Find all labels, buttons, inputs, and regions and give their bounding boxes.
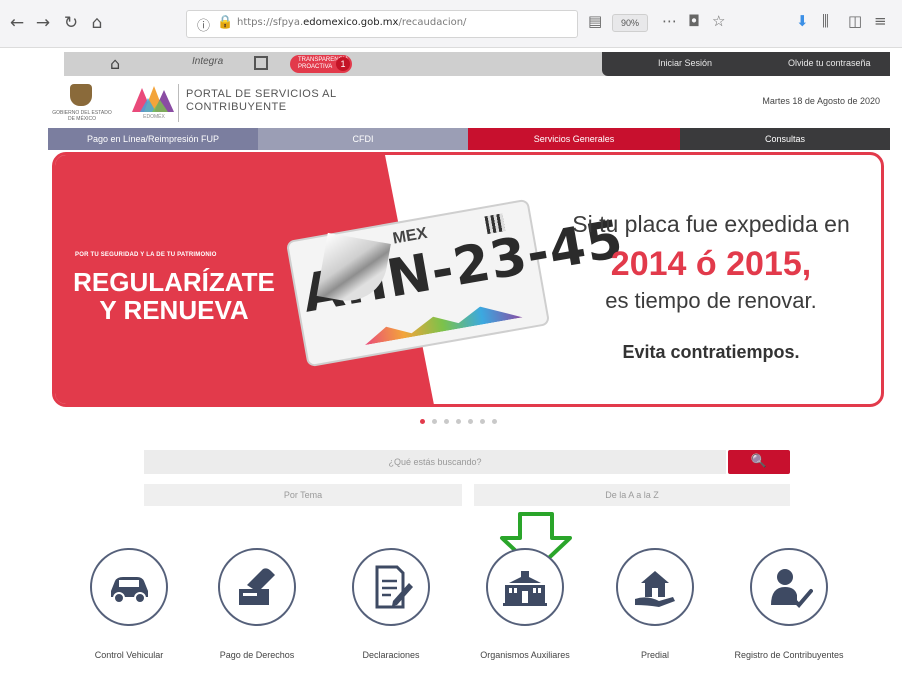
url-text: https://sfpya.edomexico.gob.mx/recaudaci… — [237, 17, 467, 28]
service-circle — [616, 548, 694, 626]
filter-by-theme[interactable]: Por Tema — [144, 484, 462, 506]
portal-title-line1: PORTAL DE SERVICIOS AL — [186, 88, 337, 100]
back-icon[interactable]: ← — [6, 12, 28, 34]
banner-headline: REGULARÍZATE Y RENUEVA — [73, 267, 275, 325]
banner-years: 2014 ó 2015, — [610, 245, 812, 283]
service-control-vehicular[interactable]: Control Vehicular — [74, 548, 184, 678]
service-label: Registro de Contribuyentes — [734, 650, 844, 660]
service-circle — [90, 548, 168, 626]
bookmark-star-icon[interactable]: ☆ — [712, 12, 725, 30]
user-check-icon — [771, 569, 813, 608]
lock-icon: 🔒 — [217, 15, 234, 30]
service-label: Organismos Auxiliares — [480, 650, 570, 660]
document-pen-icon — [375, 565, 413, 609]
service-label: Pago de Derechos — [219, 650, 295, 660]
sidebar-icon[interactable]: ◫ — [848, 12, 862, 30]
service-circle — [218, 548, 296, 626]
edomex-logo-label: EDOMÉX — [143, 114, 165, 120]
site-home-icon[interactable]: ⌂ — [110, 54, 120, 73]
reader-view-icon[interactable]: ▤ — [588, 12, 602, 30]
page-actions-icon[interactable]: ⋯ — [662, 12, 677, 30]
carousel-dot[interactable] — [492, 419, 497, 424]
carousel-dot[interactable] — [456, 419, 461, 424]
reload-icon[interactable]: ↻ — [60, 12, 82, 34]
edomex-logo[interactable] — [130, 82, 176, 114]
service-registro-de-contribuyentes[interactable]: Registro de Contribuyentes — [734, 548, 844, 678]
forward-icon[interactable]: → — [32, 12, 54, 34]
banner-tagline: Evita contratiempos. — [622, 342, 800, 362]
service-pago-de-derechos[interactable]: Pago de Derechos — [202, 548, 312, 678]
menu-item-pago-en-linea[interactable]: Pago en Línea/Reimpresión FUP — [48, 128, 258, 150]
square-icon[interactable] — [254, 56, 268, 70]
account-bar: Iniciar Sesión Olvide tu contraseña — [602, 52, 890, 76]
site-header: GOBIERNO DEL ESTADO DE MÉXICO EDOMÉX POR… — [48, 78, 890, 128]
browser-toolbar: ← → ↻ ⌂ ⓘ 🔒 https://sfpya.edomexico.gob.… — [0, 0, 902, 48]
car-icon — [111, 577, 148, 604]
government-label: GOBIERNO DEL ESTADO DE MÉXICO — [52, 110, 112, 122]
state-emblem[interactable] — [70, 84, 92, 106]
filter-a-to-z[interactable]: De la A a la Z — [474, 484, 790, 506]
portal-title-line2: CONTRIBUYENTE — [186, 101, 287, 113]
portal-title: PORTAL DE SERVICIOS AL CONTRIBUYENTE — [186, 88, 386, 114]
carousel-dot[interactable] — [480, 419, 485, 424]
pocket-icon[interactable]: ◘ — [688, 12, 700, 30]
payment-hand-icon — [239, 568, 275, 605]
site-top-bar: ⌂ Integra TRANSPARENCIA PROACTIVA 1 Inic… — [64, 52, 890, 76]
address-bar[interactable]: ⓘ 🔒 https://sfpya.edomexico.gob.mx/recau… — [186, 10, 578, 38]
main-menu: Pago en Línea/Reimpresión FUP CFDI Servi… — [48, 128, 890, 150]
menu-item-consultas[interactable]: Consultas — [680, 128, 890, 150]
menu-icon[interactable]: ≡ — [874, 12, 887, 30]
carousel-dot[interactable] — [420, 419, 425, 424]
info-icon[interactable]: ⓘ — [197, 15, 210, 34]
menu-item-servicios-generales[interactable]: Servicios Generales — [468, 128, 680, 150]
service-predial[interactable]: Predial — [600, 548, 710, 678]
transparency-badge[interactable]: TRANSPARENCIA PROACTIVA 1 — [290, 55, 352, 73]
transparency-count: 1 — [336, 57, 350, 71]
forgot-password-link[interactable]: Olvide tu contraseña — [788, 58, 871, 68]
carousel-dot[interactable] — [444, 419, 449, 424]
service-label: Control Vehicular — [94, 650, 164, 660]
header-divider — [178, 84, 179, 122]
service-circle — [352, 548, 430, 626]
carousel-dots — [420, 419, 497, 427]
service-declaraciones[interactable]: Declaraciones — [336, 548, 446, 678]
service-circle — [486, 548, 564, 626]
login-link[interactable]: Iniciar Sesión — [658, 58, 712, 68]
promo-banner[interactable]: POR TU SEGURIDAD Y LA DE TU PATRIMONIO R… — [52, 152, 884, 407]
current-date: Martes 18 de Agosto de 2020 — [762, 96, 880, 106]
service-circle — [750, 548, 828, 626]
house-hand-icon — [635, 571, 675, 607]
home-icon[interactable]: ⌂ — [86, 12, 108, 34]
download-icon[interactable]: ⬇ — [796, 12, 809, 30]
menu-item-cfdi[interactable]: CFDI — [258, 128, 468, 150]
banner-text-line3: es tiempo de renovar. — [605, 288, 817, 313]
service-label: Declaraciones — [362, 650, 420, 660]
service-label: Predial — [640, 650, 669, 660]
integra-logo[interactable]: Integra — [192, 56, 223, 67]
government-building-icon — [503, 571, 547, 606]
search-icon: 🔍 — [750, 454, 768, 469]
search-button[interactable]: 🔍 — [728, 450, 790, 474]
search-input[interactable] — [144, 450, 726, 474]
service-organismos-auxiliares[interactable]: Organismos Auxiliares — [470, 548, 580, 678]
zoom-level[interactable]: 90% — [612, 14, 648, 32]
library-icon[interactable]: ⫼ — [822, 12, 829, 30]
banner-kicker: POR TU SEGURIDAD Y LA DE TU PATRIMONIO — [75, 252, 217, 258]
banner-text-line1: Si tu placa fue expedida en — [572, 211, 850, 237]
carousel-dot[interactable] — [432, 419, 437, 424]
carousel-dot[interactable] — [468, 419, 473, 424]
